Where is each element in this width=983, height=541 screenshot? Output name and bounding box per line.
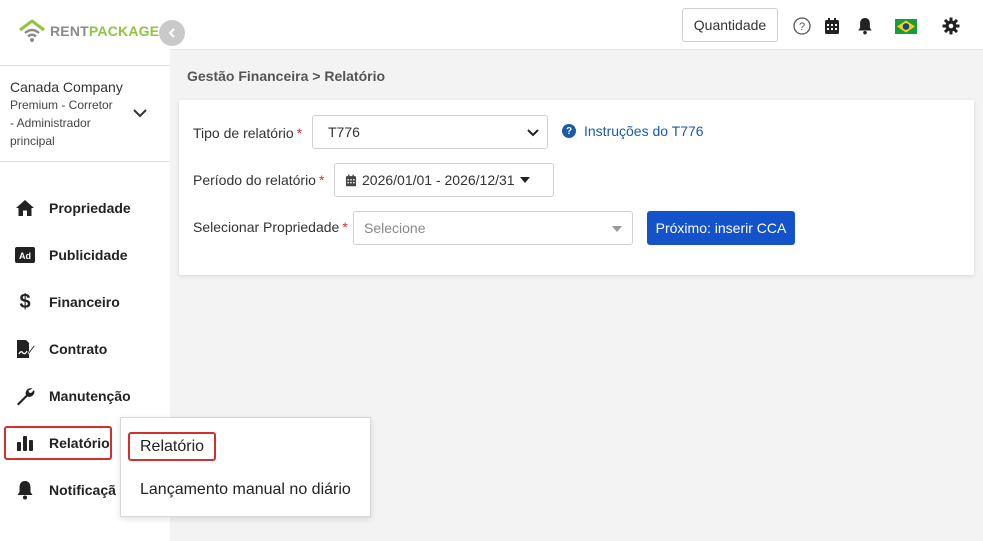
top-bar: Quantidade ? — [170, 0, 983, 50]
report-submenu: Relatório Lançamento manual no diário — [120, 417, 371, 517]
property-select[interactable]: Selecione — [353, 211, 633, 245]
report-type-label: Tipo de relatório * — [193, 125, 303, 141]
svg-text:?: ? — [799, 21, 805, 33]
sidebar-item-label: Manutenção — [49, 388, 131, 404]
property-label: Selecionar Propriedade * — [193, 219, 348, 235]
chevron-left-icon — [168, 28, 175, 38]
collapse-sidebar-button[interactable] — [159, 20, 185, 46]
sidebar-item-label: Propriedade — [49, 200, 131, 216]
company-name: Canada Company — [10, 79, 123, 95]
report-type-value: T776 — [328, 124, 360, 140]
sidebar-item-label: Notificaçã — [49, 482, 116, 498]
period-value: 2026/01/01 - 2026/12/31 — [362, 172, 515, 188]
account-info[interactable]: Canada Company Premium - Corretor - Admi… — [10, 78, 130, 150]
sidebar-item-financeiro[interactable]: $ Financeiro — [0, 287, 170, 317]
caret-down-icon — [612, 226, 622, 232]
report-form-card: Tipo de relatório * T776 ? Instruções do … — [179, 100, 974, 275]
calendar-icon — [345, 174, 357, 186]
active-highlight — [4, 426, 112, 460]
sidebar-item-label: Publicidade — [49, 247, 128, 263]
instructions-link-text: Instruções do T776 — [584, 123, 704, 139]
instructions-link[interactable]: ? Instruções do T776 — [562, 123, 704, 139]
breadcrumb-current: Relatório — [324, 68, 386, 84]
svg-text:Ad: Ad — [19, 251, 31, 261]
bell-icon[interactable] — [855, 16, 875, 36]
period-picker[interactable]: 2026/01/01 - 2026/12/31 — [334, 163, 554, 197]
chevron-down-icon — [527, 129, 539, 137]
divider — [0, 161, 170, 162]
next-button[interactable]: Próximo: inserir CCA — [647, 211, 795, 245]
wrench-icon — [14, 385, 36, 407]
contract-icon — [14, 338, 36, 360]
gear-icon[interactable] — [941, 16, 961, 36]
role-line: principal — [10, 134, 55, 148]
home-icon — [14, 197, 36, 219]
question-icon: ? — [562, 124, 576, 138]
divider — [0, 65, 170, 66]
brand-name: RENTPACKAGE — [50, 23, 160, 39]
breadcrumb-parent[interactable]: Gestão Financeira — [187, 68, 308, 84]
role-line: Premium - Corretor — [10, 98, 113, 112]
sidebar-item-contrato[interactable]: Contrato — [0, 334, 170, 364]
ad-icon: Ad — [14, 244, 36, 266]
submenu-item-lancamento-manual[interactable]: Lançamento manual no diário — [140, 481, 351, 499]
breadcrumb: Gestão Financeira > Relatório — [187, 68, 385, 84]
sidebar-item-label: Contrato — [49, 341, 108, 357]
help-circle-icon[interactable]: ? — [792, 16, 812, 36]
report-type-select[interactable]: T776 — [312, 115, 548, 149]
dollar-icon: $ — [19, 290, 31, 313]
calendar-icon[interactable] — [822, 16, 842, 36]
bell-icon — [14, 479, 36, 501]
wifi-house-icon — [19, 19, 45, 42]
quantity-button[interactable]: Quantidade — [682, 8, 778, 42]
role-line: - Administrador — [10, 116, 91, 130]
caret-down-icon — [519, 177, 530, 183]
sidebar-item-manutencao[interactable]: Manutenção — [0, 381, 170, 411]
brazil-flag-icon[interactable] — [895, 16, 917, 36]
breadcrumb-separator: > — [308, 68, 325, 84]
brand-logo[interactable]: RENTPACKAGE — [18, 18, 159, 44]
submenu-item-relatorio[interactable]: Relatório — [140, 438, 204, 456]
sidebar-item-propriedade[interactable]: Propriedade — [0, 193, 170, 223]
sidebar-item-publicidade[interactable]: Ad Publicidade — [0, 240, 170, 270]
property-placeholder: Selecione — [364, 220, 426, 236]
period-label: Período do relatório * — [193, 172, 325, 188]
chevron-down-icon[interactable] — [132, 106, 148, 125]
sidebar-item-label: Financeiro — [49, 294, 120, 310]
